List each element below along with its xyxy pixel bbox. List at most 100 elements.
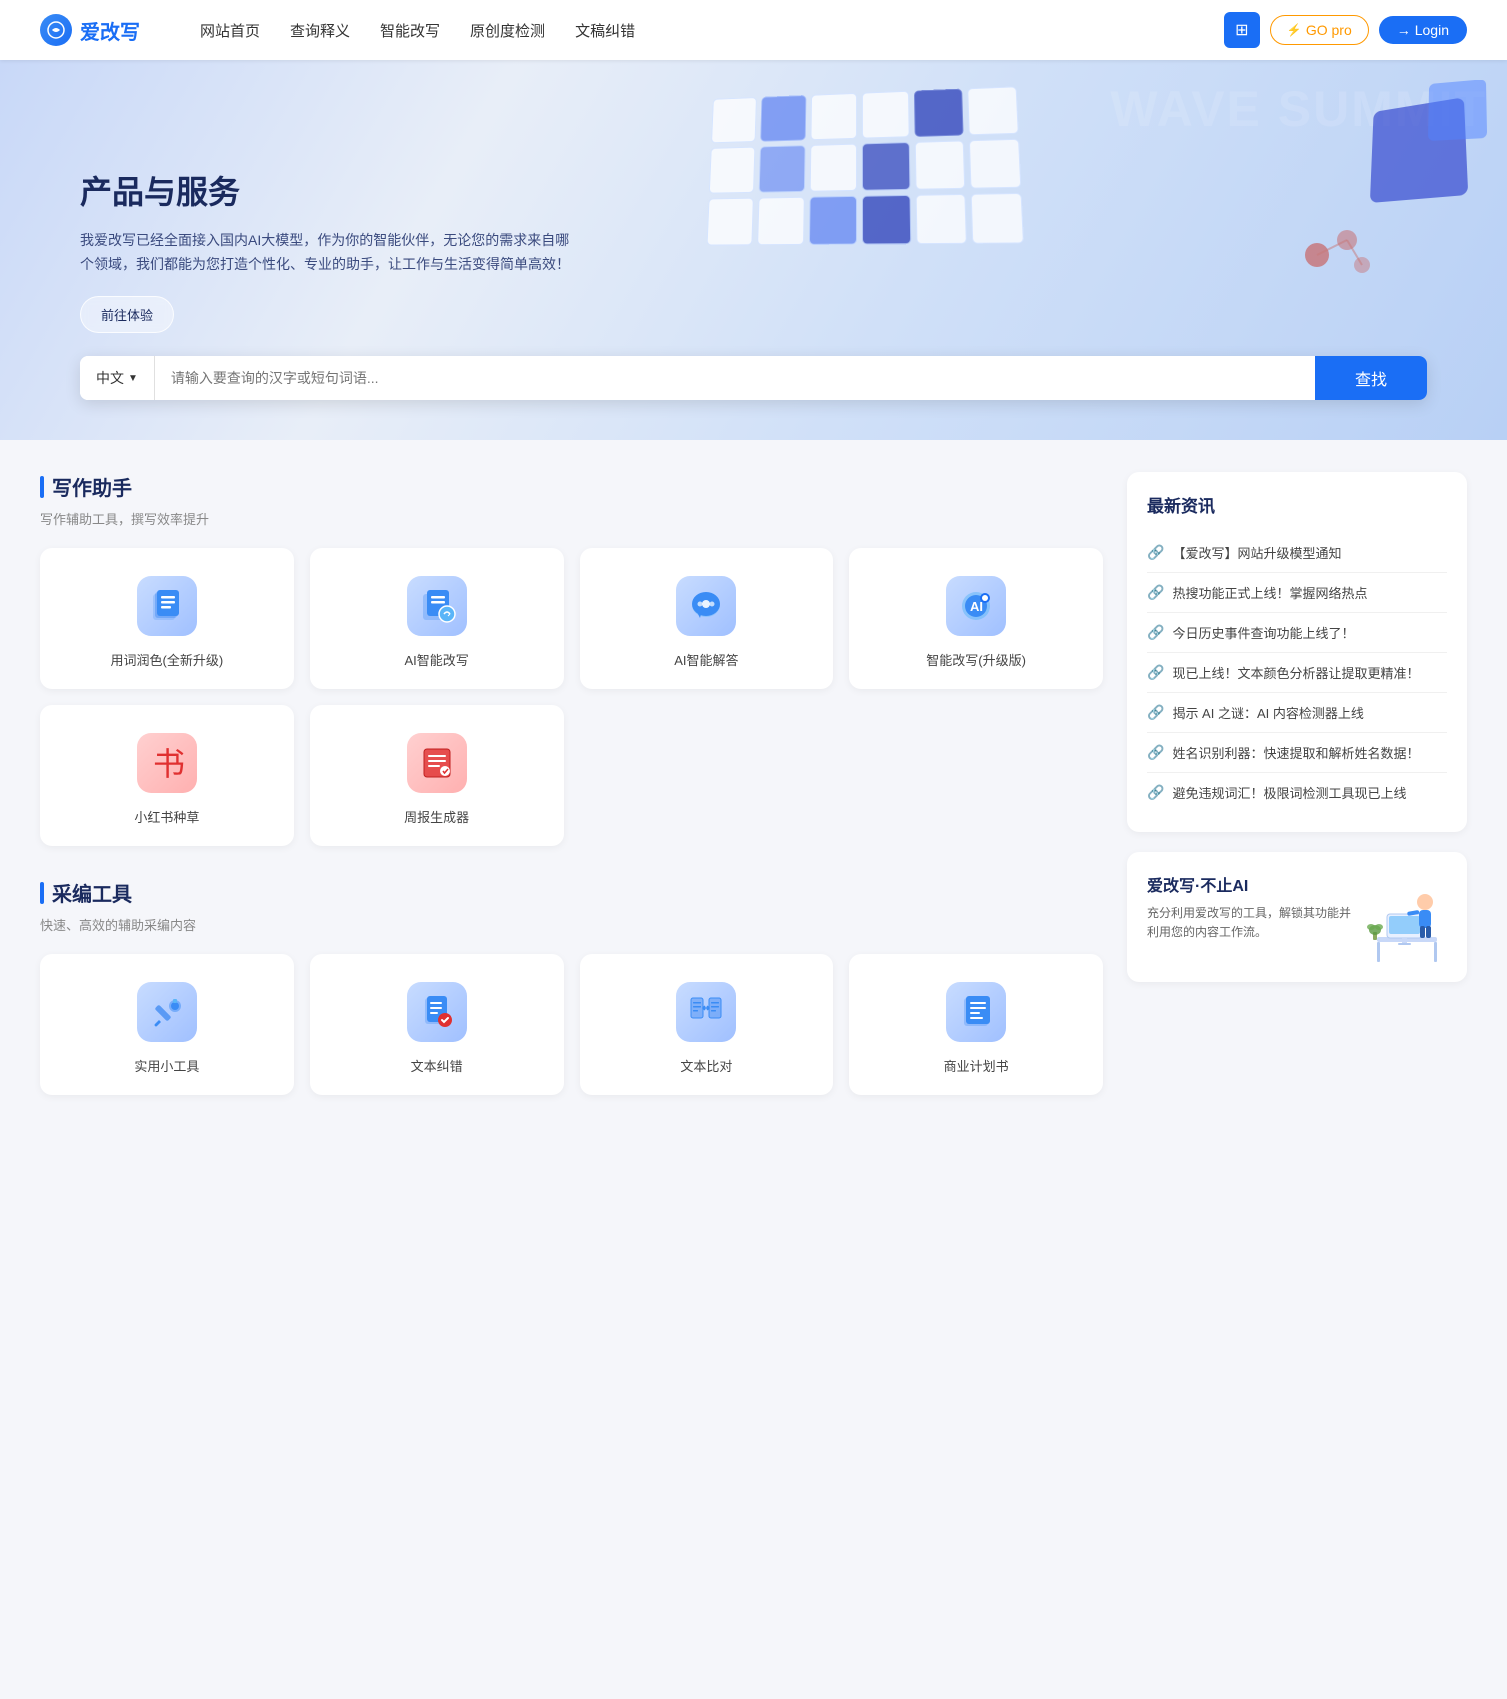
- molecule-shapes: [1287, 215, 1387, 300]
- main-content: 写作助手 写作辅助工具，撰写效率提升: [0, 440, 1507, 1159]
- text-correct-icon: [407, 982, 467, 1042]
- card-redbook[interactable]: 书 小红书种草: [40, 705, 294, 846]
- nav-query[interactable]: 查询释义: [290, 20, 350, 41]
- promo-text: 爱改写·不止AI 充分利用爱改写的工具，解锁其功能并利用您的内容工作流。: [1147, 872, 1351, 942]
- card-weekly[interactable]: 周报生成器: [310, 705, 564, 846]
- logo-icon: [40, 14, 72, 46]
- promo-illustration: [1367, 872, 1447, 962]
- news-text-1: 热搜功能正式上线！掌握网络热点: [1172, 583, 1367, 602]
- svg-text:书: 书: [153, 746, 185, 782]
- card-ai-qa[interactable]: AI智能解答: [580, 548, 834, 689]
- right-panel: 最新资讯 🔗 【爱改写】网站升级模型通知 🔗 热搜功能正式上线！掌握网络热点 🔗…: [1127, 472, 1467, 1127]
- ai-rewrite-label: AI智能改写: [326, 650, 548, 669]
- business-plan-label: 商业计划书: [865, 1056, 1087, 1075]
- link-icon-4: 🔗: [1147, 704, 1164, 721]
- go-pro-button[interactable]: GO pro: [1270, 15, 1369, 45]
- text-correct-label: 文本纠错: [326, 1056, 548, 1075]
- card-smart-rewrite[interactable]: AI 智能改写(升级版): [849, 548, 1103, 689]
- ai-rewrite-icon: [407, 576, 467, 636]
- news-text-5: 姓名识别利器：快速提取和解析姓名数据！: [1172, 743, 1419, 762]
- writing-section-title: 写作助手: [40, 472, 1103, 501]
- writing-card-grid: 用词润色(全新升级): [40, 548, 1103, 846]
- card-text-correct[interactable]: 文本纠错: [310, 954, 564, 1095]
- news-item-4[interactable]: 🔗 揭示 AI 之谜：AI 内容检测器上线: [1147, 693, 1447, 733]
- card-business-plan[interactable]: 商业计划书: [849, 954, 1103, 1095]
- writing-title-text: 写作助手: [52, 472, 132, 501]
- ai-qa-label: AI智能解答: [596, 650, 818, 669]
- word-color-label: 用词润色(全新升级): [56, 650, 278, 669]
- card-ai-rewrite[interactable]: AI智能改写: [310, 548, 564, 689]
- hero-content: 产品与服务 我爱改写已经全面接入国内AI大模型，作为你的智能伙伴，无论您的需求来…: [80, 167, 580, 334]
- editing-card-grid: 实用小工具 文本纠: [40, 954, 1103, 1095]
- nav-rewrite[interactable]: 智能改写: [380, 20, 440, 41]
- smart-rewrite-label: 智能改写(升级版): [865, 650, 1087, 669]
- text-compare-label: 文本比对: [596, 1056, 818, 1075]
- svg-text:AI: AI: [970, 599, 983, 614]
- redbook-label: 小红书种草: [56, 807, 278, 826]
- editing-section-desc: 快速、高效的辅助采编内容: [40, 915, 1103, 934]
- editing-section-title: 采编工具: [40, 878, 1103, 907]
- small-tools-icon: [137, 982, 197, 1042]
- link-icon-6: 🔗: [1147, 784, 1164, 801]
- news-item-0[interactable]: 🔗 【爱改写】网站升级模型通知: [1147, 533, 1447, 573]
- writing-section: 写作助手 写作辅助工具，撰写效率提升: [40, 472, 1103, 846]
- card-word-color[interactable]: 用词润色(全新升级): [40, 548, 294, 689]
- weekly-label: 周报生成器: [326, 807, 548, 826]
- login-button[interactable]: Login: [1379, 16, 1467, 44]
- writing-section-desc: 写作辅助工具，撰写效率提升: [40, 509, 1103, 528]
- logo-text: 爱改写: [80, 16, 140, 45]
- text-compare-icon: [676, 982, 736, 1042]
- nav-home[interactable]: 网站首页: [200, 20, 260, 41]
- link-icon-2: 🔗: [1147, 624, 1164, 641]
- navbar: 爱改写 网站首页 查询释义 智能改写 原创度检测 文稿纠错 ⊞ GO pro L…: [0, 0, 1507, 60]
- search-button[interactable]: 查找: [1315, 356, 1427, 400]
- search-bar: 中文 ▼ 查找: [80, 356, 1427, 400]
- link-icon-0: 🔗: [1147, 544, 1164, 561]
- promo-title: 爱改写·不止AI: [1147, 872, 1351, 896]
- editing-title-text: 采编工具: [52, 878, 132, 907]
- news-text-0: 【爱改写】网站升级模型通知: [1172, 543, 1341, 562]
- small-tools-label: 实用小工具: [56, 1056, 278, 1075]
- ai-qa-icon: [676, 576, 736, 636]
- business-plan-icon: [946, 982, 1006, 1042]
- editing-section: 采编工具 快速、高效的辅助采编内容 实用小工具: [40, 878, 1103, 1095]
- smart-rewrite-icon: AI: [946, 576, 1006, 636]
- news-item-2[interactable]: 🔗 今日历史事件查询功能上线了！: [1147, 613, 1447, 653]
- news-text-3: 现已上线！文本颜色分析器让提取更精准！: [1172, 663, 1419, 682]
- hero-desc: 我爱改写已经全面接入国内AI大模型，作为你的智能伙伴，无论您的需求来自哪个领域，…: [80, 229, 580, 277]
- news-title: 最新资讯: [1147, 492, 1447, 517]
- grid-button[interactable]: ⊞: [1224, 12, 1260, 48]
- word-color-icon: [137, 576, 197, 636]
- link-icon-3: 🔗: [1147, 664, 1164, 681]
- weekly-icon: [407, 733, 467, 793]
- news-item-5[interactable]: 🔗 姓名识别利器：快速提取和解析姓名数据！: [1147, 733, 1447, 773]
- promo-desc: 充分利用爱改写的工具，解锁其功能并利用您的内容工作流。: [1147, 904, 1351, 942]
- news-item-6[interactable]: 🔗 避免违规词汇！极限词检测工具现已上线: [1147, 773, 1447, 812]
- hero-title: 产品与服务: [80, 167, 580, 213]
- nav-actions: ⊞ GO pro Login: [1224, 12, 1467, 48]
- nav-menu: 网站首页 查询释义 智能改写 原创度检测 文稿纠错: [200, 20, 1224, 41]
- search-lang-label: 中文: [96, 368, 124, 388]
- link-icon-1: 🔗: [1147, 584, 1164, 601]
- news-text-6: 避免违规词汇！极限词检测工具现已上线: [1172, 783, 1406, 802]
- promo-panel: 爱改写·不止AI 充分利用爱改写的工具，解锁其功能并利用您的内容工作流。: [1127, 852, 1467, 982]
- news-text-4: 揭示 AI 之谜：AI 内容检测器上线: [1172, 703, 1363, 722]
- news-text-2: 今日历史事件查询功能上线了！: [1172, 623, 1354, 642]
- news-item-3[interactable]: 🔗 现已上线！文本颜色分析器让提取更精准！: [1147, 653, 1447, 693]
- left-panel: 写作助手 写作辅助工具，撰写效率提升: [40, 472, 1103, 1127]
- hero-experience-button[interactable]: 前往体验: [80, 296, 174, 333]
- card-text-compare[interactable]: 文本比对: [580, 954, 834, 1095]
- news-item-1[interactable]: 🔗 热搜功能正式上线！掌握网络热点: [1147, 573, 1447, 613]
- grid-3d: [706, 86, 1023, 245]
- hero-section: WAVE SUMMIT 产品与服务 我爱改写已经全面接入国内AI大模型，作为你的…: [0, 60, 1507, 440]
- chevron-down-icon: ▼: [128, 373, 138, 384]
- redbook-icon: 书: [137, 733, 197, 793]
- search-lang-selector[interactable]: 中文 ▼: [80, 356, 155, 400]
- card-small-tools[interactable]: 实用小工具: [40, 954, 294, 1095]
- search-input[interactable]: [155, 356, 1315, 400]
- editing-section-bar: [40, 882, 44, 904]
- nav-detect[interactable]: 原创度检测: [470, 20, 545, 41]
- nav-correct[interactable]: 文稿纠错: [575, 20, 635, 41]
- logo[interactable]: 爱改写: [40, 14, 140, 46]
- link-icon-5: 🔗: [1147, 744, 1164, 761]
